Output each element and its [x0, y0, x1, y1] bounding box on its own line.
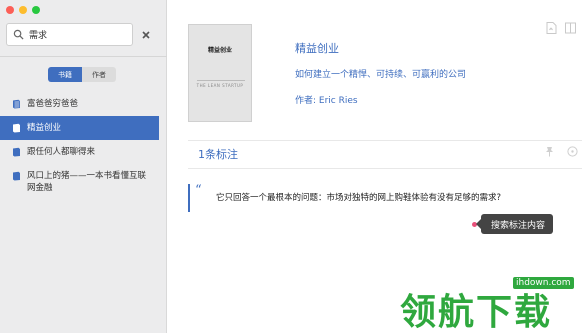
export-pdf-icon[interactable] [546, 22, 557, 34]
book-item-label: 风口上的猪——一本书看懂互联网金融 [27, 171, 147, 193]
toolbar [546, 22, 576, 34]
cover-english-title: THE LEAN STARTUP [196, 83, 244, 88]
book-icon [13, 147, 20, 157]
annotation-quote[interactable]: 它只回答一个最根本的问题：市场对独特的网上购鞋体验有没有足够的需求? [216, 191, 501, 203]
quote-mark-icon: “ [195, 183, 202, 198]
book-icon [13, 99, 20, 109]
sidebar-divider [0, 56, 167, 57]
sidebar-book-item[interactable]: 精益创业 [0, 116, 159, 140]
divider [188, 168, 582, 169]
book-view-icon[interactable] [565, 22, 576, 34]
watermark-logo: 领航下载 [400, 292, 553, 333]
tab-books[interactable]: 书籍 [48, 67, 82, 82]
search-input[interactable]: 需求 [6, 23, 133, 46]
search-value: 需求 [29, 31, 48, 41]
view-segmented-control: 书籍 作者 [48, 67, 116, 82]
window-controls [6, 6, 40, 14]
search-annotations-tooltip: 搜索标注内容 [475, 214, 554, 234]
close-window-button[interactable] [6, 6, 14, 14]
cover-rule [197, 80, 245, 81]
search-icon [13, 29, 24, 40]
book-subtitle: 如何建立一个精悍、可持续、可赢利的公司 [295, 70, 467, 80]
book-item-label: 富爸爸穷爸爸 [27, 99, 79, 109]
clear-search-button[interactable] [140, 29, 152, 41]
book-title: 精益创业 [295, 42, 339, 55]
info-icon[interactable] [567, 146, 578, 157]
book-list: 富爸爸穷爸爸 精益创业 跟任何人都聊得来 风口上的猪——一本书看懂互联网金融 [0, 92, 159, 200]
sidebar-book-item[interactable]: 富爸爸穷爸爸 [0, 92, 159, 116]
tab-authors[interactable]: 作者 [82, 67, 116, 82]
book-cover: 精益创业 THE LEAN STARTUP [188, 24, 252, 122]
quote-bar [188, 184, 190, 212]
book-icon [13, 123, 20, 133]
zoom-window-button[interactable] [32, 6, 40, 14]
annotation-count: 1条标注 [198, 148, 238, 161]
minimize-window-button[interactable] [19, 6, 27, 14]
sidebar-book-item[interactable]: 风口上的猪——一本书看懂互联网金融 [0, 164, 159, 200]
book-icon [13, 171, 20, 181]
book-item-label: 精益创业 [27, 123, 62, 133]
sidebar-book-item[interactable]: 跟任何人都聊得来 [0, 140, 159, 164]
annotation-tools [544, 146, 578, 157]
cover-title: 精益创业 [207, 47, 232, 54]
divider [188, 140, 582, 141]
book-author: 作者: Eric Ries [295, 96, 358, 106]
close-icon [142, 31, 150, 39]
sidebar: 需求 书籍 作者 富爸爸穷爸爸 精益创业 跟任何人都聊得来 风口上的猪——一本书… [0, 0, 167, 333]
pin-icon[interactable] [544, 146, 555, 157]
app-window: 需求 书籍 作者 富爸爸穷爸爸 精益创业 跟任何人都聊得来 风口上的猪——一本书… [0, 0, 582, 333]
book-item-label: 跟任何人都聊得来 [27, 147, 96, 157]
